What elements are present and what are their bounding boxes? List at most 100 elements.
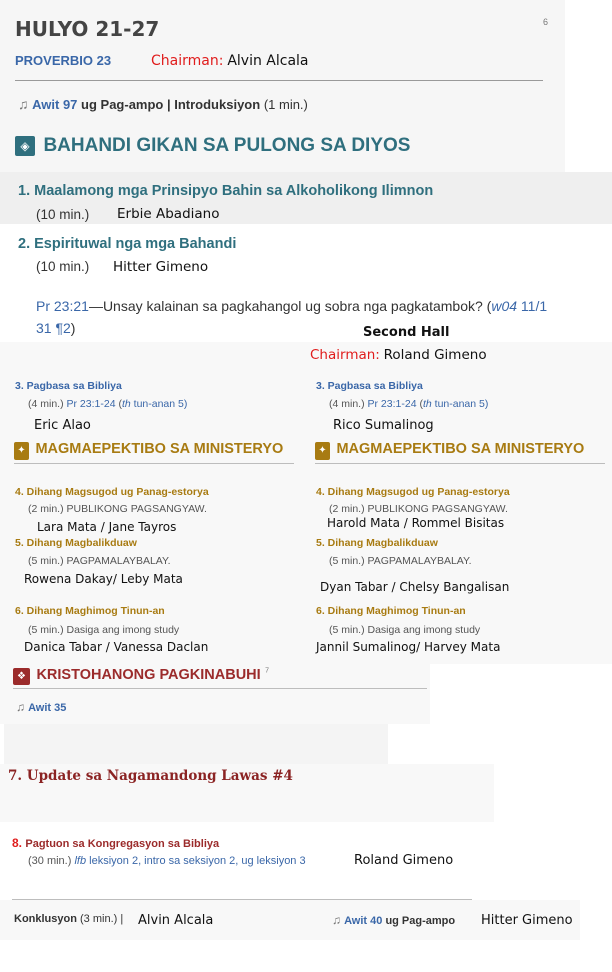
item2-assignee: Hitter Gimeno	[113, 259, 209, 275]
chairman-label: Chairman:	[151, 53, 224, 69]
treasures-heading: ◈ BAHANDI GIKAN SA PULONG SA DIYOS	[15, 135, 410, 157]
second-chairman-label: Chairman:	[310, 347, 380, 363]
item8-title: Pagtuon sa Kongregasyon sa Bibliya	[25, 838, 220, 850]
opening-song-link[interactable]: Awit 97	[32, 97, 77, 112]
closing-song-text: ug Pag-ampo	[385, 915, 456, 927]
part5-assignee: Rowena Dakay/ Leby Mata	[24, 572, 183, 586]
item2-title: 2. Espirituwal nga mga Bahandi	[18, 236, 237, 252]
closing-assignee: Alvin Alcala	[138, 913, 214, 928]
part4-time-2: (2 min.) PUBLIKONG PAGSANGYAW.	[329, 503, 508, 515]
chairman-name: Alvin Alcala	[227, 53, 309, 69]
part5-assignee-2: Dyan Tabar / Chelsy Bangalisan	[320, 580, 510, 594]
wheat-icon: ✦	[315, 442, 330, 460]
living-song-line: ♫ Awit 35	[16, 700, 66, 714]
watchtower-link[interactable]: w04	[491, 298, 517, 314]
living-title: KRISTOHANONG PAGKINABUHI	[36, 666, 261, 683]
blank-panel	[4, 724, 388, 764]
diamond-icon: ◈	[15, 136, 35, 157]
ministry-divider-2	[315, 463, 605, 464]
closing-song-assignee: Hitter Gimeno	[481, 913, 573, 928]
closing-line: Konklusyon (3 min.) |	[14, 913, 123, 925]
part5-time-2: (5 min.) PAGPAMALAYBALAY.	[329, 555, 472, 567]
closing-song-link[interactable]: Awit 40	[344, 915, 382, 927]
reading-title-2: 3. Pagbasa sa Bibliya	[316, 380, 423, 392]
ministry-divider	[14, 463, 294, 464]
page-number: 6	[543, 17, 549, 27]
part6-time: (5 min.) Dasiga ang imong study	[28, 624, 180, 636]
opening-time: (1 min.)	[263, 97, 308, 112]
ministry-heading-2: ✦ MAGMAEPEKTIBO SA MINISTERYO	[315, 440, 584, 460]
item8-details: (30 min.) lfb leksiyon 2, intro sa seksi…	[28, 855, 306, 867]
living-footnote: 7	[265, 667, 270, 675]
closing-label: Konklusyon	[14, 913, 77, 925]
watchtower-date-link[interactable]: 11/1	[517, 298, 547, 314]
lesson-link[interactable]: tun-anan 5)	[134, 398, 188, 410]
lesson-link-2[interactable]: tun-anan 5)	[435, 398, 489, 410]
question-text: —Unsay kalainan sa pagkahangol ug sobra …	[88, 298, 492, 314]
opening-song-line: ♫ Awit 97 ug Pag-ampo | Introduksiyon (1…	[18, 96, 308, 112]
part4-assignee-2: Harold Mata / Rommel Bisitas	[327, 516, 505, 530]
reading-details-2: (4 min.) Pr 23:1-24 (th tun-anan 5)	[329, 398, 488, 410]
part4-assignee: Lara Mata / Jane Tayros	[37, 520, 177, 534]
part6-title: 6. Dihang Maghimog Tinun-an	[15, 605, 165, 617]
second-chairman-name: Roland Gimeno	[383, 347, 487, 363]
ministry-title: MAGMAEPEKTIBO SA MINISTERYO	[35, 440, 284, 457]
part4-title-2: 4. Dihang Magsugod ug Panag-estorya	[316, 486, 510, 498]
reading-ref-link-2[interactable]: Pr 23:1-24	[368, 398, 417, 410]
lfb-link[interactable]: lfb	[74, 855, 86, 867]
lessons-link[interactable]: leksiyon 2, intro sa seksiyon 2, ug leks…	[89, 855, 305, 867]
ministry-title-2: MAGMAEPEKTIBO SA MINISTERYO	[336, 440, 585, 457]
item8-heading: 8. Pagtuon sa Kongregasyon sa Bibliya	[12, 836, 219, 850]
reading-ref-link[interactable]: Pr 23:1-24	[67, 398, 116, 410]
part6-assignee: Danica Tabar / Vanessa Daclan	[24, 640, 209, 654]
part4-title: 4. Dihang Magsugod ug Panag-estorya	[15, 486, 209, 498]
part5-time: (5 min.) PAGPAMALAYBALAY.	[28, 555, 171, 567]
watchtower-page-link[interactable]: 31 ¶2	[36, 320, 71, 336]
reading-title: 3. Pagbasa sa Bibliya	[15, 380, 122, 392]
second-hall-chairman: Chairman: Roland Gimeno	[310, 347, 487, 363]
week-title: HULYO 21-27	[15, 17, 160, 41]
music-note-icon: ♫	[18, 96, 29, 112]
music-note-icon: ♫	[16, 700, 25, 714]
treasures-title: BAHANDI GIKAN SA PULONG SA DIYOS	[43, 135, 411, 156]
verse-link[interactable]: Pr 23:21	[36, 298, 89, 314]
wheat-icon: ✦	[14, 442, 29, 460]
reading-assignee: Eric Alao	[34, 418, 91, 433]
item8-panel	[0, 822, 470, 882]
item1-time: (10 min.)	[36, 207, 90, 222]
part6-title-2: 6. Dihang Maghimog Tinun-an	[316, 605, 466, 617]
item1-assignee: Erbie Abadiano	[117, 206, 220, 222]
ministry-heading: ✦ MAGMAEPEKTIBO SA MINISTERYO	[14, 440, 283, 460]
item2-time: (10 min.)	[36, 259, 90, 274]
part5-title: 5. Dihang Magbalikduaw	[15, 537, 137, 549]
reading-time: (4 min.)	[28, 398, 64, 410]
item8-number: 8.	[12, 836, 23, 850]
closing-song-line: ♫ Awit 40 ug Pag-ampo	[332, 913, 455, 927]
reading-details: (4 min.) Pr 23:1-24 (th tun-anan 5)	[28, 398, 187, 410]
question-close: )	[70, 320, 76, 336]
living-song-link[interactable]: Awit 35	[28, 702, 66, 714]
item8-time: (30 min.)	[28, 855, 72, 867]
part6-time-2: (5 min.) Dasiga ang imong study	[329, 624, 481, 636]
item7-title: 7. Update sa Nagamandong Lawas #4	[8, 768, 293, 784]
item1-title: 1. Maalamong mga Prinsipyo Bahin sa Alko…	[18, 183, 434, 199]
item2-question: Pr 23:21—Unsay kalainan sa pagkahangol u…	[36, 295, 606, 339]
music-note-icon: ♫	[332, 913, 341, 927]
living-divider	[13, 688, 427, 689]
part4-time: (2 min.) PUBLIKONG PAGSANGYAW.	[28, 503, 207, 515]
closing-time: (3 min.) |	[80, 913, 124, 925]
item8-assignee: Roland Gimeno	[354, 853, 454, 868]
chairman-line: Chairman: Alvin Alcala	[151, 52, 309, 69]
bible-reading-link[interactable]: PROVERBIO 23	[15, 53, 111, 68]
th-link[interactable]: th	[122, 398, 131, 410]
opening-text: ug Pag-ampo | Introduksiyon	[81, 97, 261, 112]
closing-divider	[12, 899, 472, 900]
th-link-2[interactable]: th	[423, 398, 432, 410]
part6-assignee-2: Jannil Sumalinog/ Harvey Mata	[316, 640, 501, 654]
living-heading: ❖ KRISTOHANONG PAGKINABUHI 7	[13, 666, 269, 685]
second-hall-title: Second Hall	[363, 325, 450, 340]
header-divider	[15, 80, 543, 81]
part5-title-2: 5. Dihang Magbalikduaw	[316, 537, 438, 549]
reading-assignee-2: Rico Sumalinog	[333, 418, 434, 433]
reading-time-2: (4 min.)	[329, 398, 365, 410]
